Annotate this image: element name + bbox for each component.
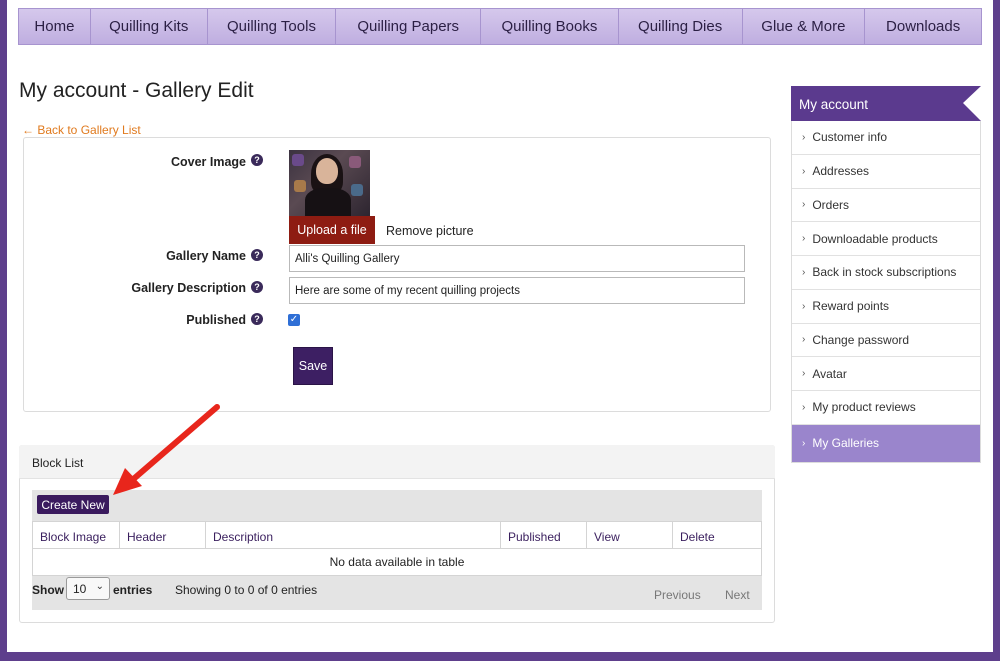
- chevron-right-icon: ›: [802, 233, 806, 245]
- sidebar-item-addresses[interactable]: › Addresses: [792, 155, 980, 189]
- chevron-right-icon: ›: [802, 165, 806, 177]
- gallery-name-input[interactable]: Alli's Quilling Gallery: [289, 245, 745, 272]
- nav-item-quilling-books[interactable]: Quilling Books: [481, 9, 619, 44]
- upload-file-button[interactable]: Upload a file: [289, 216, 375, 244]
- artwork-shape: [292, 154, 304, 166]
- chevron-right-icon: ›: [802, 437, 806, 449]
- account-sidebar: › Customer info › Addresses › Orders › Download…: [791, 121, 981, 463]
- block-list-title: Block List: [32, 456, 84, 470]
- sidebar-item-label: Customer info: [812, 130, 888, 145]
- remove-picture-link[interactable]: Remove picture: [386, 224, 474, 238]
- checkmark-icon: ✓: [289, 314, 299, 325]
- chevron-down-icon: ⌄: [95, 581, 104, 592]
- chevron-right-icon: ›: [802, 401, 806, 413]
- gallery-edit-form: [23, 137, 771, 412]
- column-header-description[interactable]: Description: [206, 522, 501, 548]
- nav-item-quilling-dies[interactable]: Quilling Dies: [618, 9, 743, 44]
- page-size-value: 10: [73, 582, 87, 596]
- column-header-delete[interactable]: Delete: [673, 522, 761, 548]
- portrait-face: [316, 158, 338, 184]
- gallery-name-label: Gallery Name: [166, 249, 246, 263]
- page-size-select[interactable]: 10 ⌄: [66, 577, 110, 600]
- block-table-header: Block Image Header Description Published…: [32, 521, 762, 549]
- chevron-right-icon: ›: [802, 334, 806, 346]
- chevron-right-icon: ›: [802, 199, 806, 211]
- sidebar-item-label: Change password: [812, 332, 910, 347]
- sidebar-item-avatar[interactable]: › Avatar: [792, 357, 980, 391]
- sidebar-item-label: Downloadable products: [812, 231, 938, 246]
- published-label: Published: [186, 313, 246, 327]
- nav-item-home[interactable]: Home: [19, 9, 91, 44]
- chevron-right-icon: ›: [802, 131, 806, 143]
- sidebar-item-my-galleries[interactable]: › My Galleries: [792, 424, 980, 462]
- cover-image-label: Cover Image: [170, 155, 246, 169]
- artwork-shape: [349, 156, 361, 168]
- previous-page-button[interactable]: Previous: [654, 588, 701, 602]
- chevron-right-icon: ›: [802, 266, 806, 278]
- nav-item-quilling-papers[interactable]: Quilling Papers: [336, 9, 482, 44]
- published-checkbox[interactable]: ✓: [288, 314, 300, 326]
- gallery-description-help-icon[interactable]: ?: [251, 281, 263, 293]
- sidebar-title: My account: [791, 86, 981, 121]
- chevron-right-icon: ›: [802, 300, 806, 312]
- gallery-description-label: Gallery Description: [131, 281, 246, 295]
- column-header-block-image[interactable]: Block Image: [33, 522, 120, 548]
- gallery-name-help-icon[interactable]: ?: [251, 249, 263, 261]
- page-title: My account - Gallery Edit: [19, 79, 254, 102]
- sidebar-item-label: My Galleries: [812, 436, 880, 451]
- sidebar-item-reward-points[interactable]: › Reward points: [792, 290, 980, 324]
- sidebar-item-label: Reward points: [812, 299, 890, 314]
- sidebar-item-label: Addresses: [812, 164, 870, 179]
- column-header-header[interactable]: Header: [120, 522, 206, 548]
- sidebar-item-orders[interactable]: › Orders: [792, 189, 980, 223]
- gallery-description-input[interactable]: Here are some of my recent quilling proj…: [289, 277, 745, 304]
- portrait-body: [305, 188, 351, 216]
- sidebar-item-downloadable-products[interactable]: › Downloadable products: [792, 222, 980, 256]
- artwork-shape: [351, 184, 363, 196]
- nav-item-quilling-tools[interactable]: Quilling Tools: [207, 9, 337, 44]
- showing-info: Showing 0 to 0 of 0 entries: [175, 583, 318, 597]
- chevron-right-icon: ›: [802, 368, 806, 380]
- sidebar-item-my-product-reviews[interactable]: › My product reviews: [792, 391, 980, 425]
- nav-item-downloads[interactable]: Downloads: [865, 9, 982, 44]
- cover-image-thumbnail: [289, 150, 370, 216]
- entries-label: entries: [113, 583, 153, 597]
- red-arrow-annotation: [113, 404, 220, 495]
- column-header-view[interactable]: View: [587, 522, 673, 548]
- nav-item-quilling-kits[interactable]: Quilling Kits: [90, 9, 208, 44]
- sidebar-item-label: Avatar: [812, 366, 847, 381]
- sidebar-item-label: My product reviews: [812, 400, 916, 415]
- top-nav: Home Quilling Kits Quilling Tools Quilling …: [18, 8, 982, 45]
- next-page-button[interactable]: Next: [725, 588, 750, 602]
- table-empty-row: No data available in table: [32, 549, 762, 576]
- nav-item-glue-more[interactable]: Glue & More: [742, 9, 866, 44]
- sidebar-item-change-password[interactable]: › Change password: [792, 324, 980, 358]
- artwork-shape: [294, 180, 306, 192]
- sidebar-item-label: Orders: [812, 197, 850, 212]
- cover-image-help-icon[interactable]: ?: [251, 154, 263, 166]
- show-label: Show: [32, 583, 64, 597]
- published-help-icon[interactable]: ?: [251, 313, 263, 325]
- sidebar-item-back-in-stock-subscriptions[interactable]: › Back in stock subscriptions: [792, 256, 980, 290]
- sidebar-item-label: Back in stock subscriptions: [812, 265, 957, 280]
- create-new-button[interactable]: Create New: [37, 495, 109, 514]
- column-header-published[interactable]: Published: [501, 522, 587, 548]
- save-button[interactable]: Save: [293, 347, 333, 385]
- sidebar-item-customer-info[interactable]: › Customer info: [792, 121, 980, 155]
- back-to-gallery-link[interactable]: ← Back to Gallery List: [22, 123, 141, 137]
- sidebar-notch: [963, 86, 981, 121]
